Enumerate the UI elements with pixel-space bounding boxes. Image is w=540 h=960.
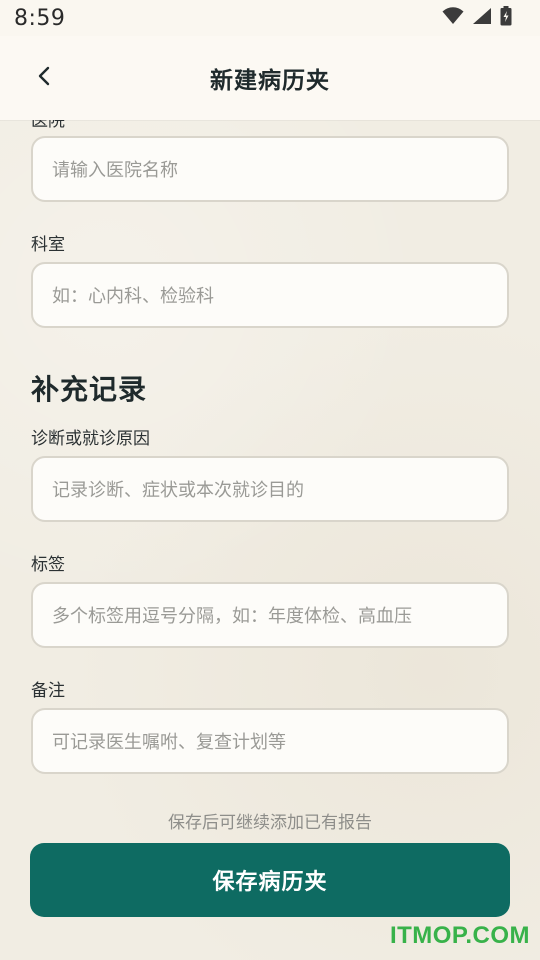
tags-input[interactable]: 多个标签用逗号分隔，如：年度体检、高血压 — [31, 582, 509, 648]
watermark-logo: ITMOP.COM — [389, 922, 530, 949]
wifi-icon — [442, 7, 464, 29]
notes-placeholder: 可记录医生嘱咐、复查计划等 — [52, 732, 286, 753]
save-button[interactable]: 保存病历夹 — [30, 843, 510, 917]
save-button-label: 保存病历夹 — [212, 870, 328, 895]
department-placeholder: 如：心内科、检验科 — [52, 286, 214, 307]
diagnosis-label: 诊断或就诊原因 — [31, 429, 150, 449]
hospital-input[interactable]: 请输入医院名称 — [31, 136, 509, 202]
back-button[interactable] — [28, 62, 60, 94]
screen: 8:59 新建病历夹 医院 请输入医院名称 科室 如：心内科、检验科 补充记录 … — [0, 0, 540, 960]
form-content[interactable]: 医院 请输入医院名称 科室 如：心内科、检验科 补充记录 诊断或就诊原因 记录诊… — [0, 120, 540, 960]
diagnosis-placeholder: 记录诊断、症状或本次就诊目的 — [52, 480, 304, 501]
tags-placeholder: 多个标签用逗号分隔，如：年度体检、高血压 — [52, 606, 412, 627]
tags-label: 标签 — [31, 555, 65, 575]
notes-label: 备注 — [31, 681, 65, 701]
department-label: 科室 — [31, 235, 65, 255]
status-time: 8:59 — [14, 5, 66, 31]
status-icons — [442, 6, 512, 30]
app-bar: 新建病历夹 — [0, 36, 540, 120]
signal-icon — [472, 7, 492, 29]
status-bar: 8:59 — [0, 0, 540, 36]
battery-icon — [500, 6, 512, 30]
save-hint: 保存后可继续添加已有报告 — [168, 813, 372, 833]
back-arrow-icon — [37, 66, 51, 90]
hospital-placeholder: 请输入医院名称 — [52, 160, 178, 181]
section-title-supplement: 补充记录 — [31, 373, 148, 406]
hospital-label: 医院 — [31, 120, 65, 131]
page-title: 新建病历夹 — [210, 68, 330, 94]
notes-input[interactable]: 可记录医生嘱咐、复查计划等 — [31, 708, 509, 774]
department-input[interactable]: 如：心内科、检验科 — [31, 262, 509, 328]
diagnosis-input[interactable]: 记录诊断、症状或本次就诊目的 — [31, 456, 509, 522]
